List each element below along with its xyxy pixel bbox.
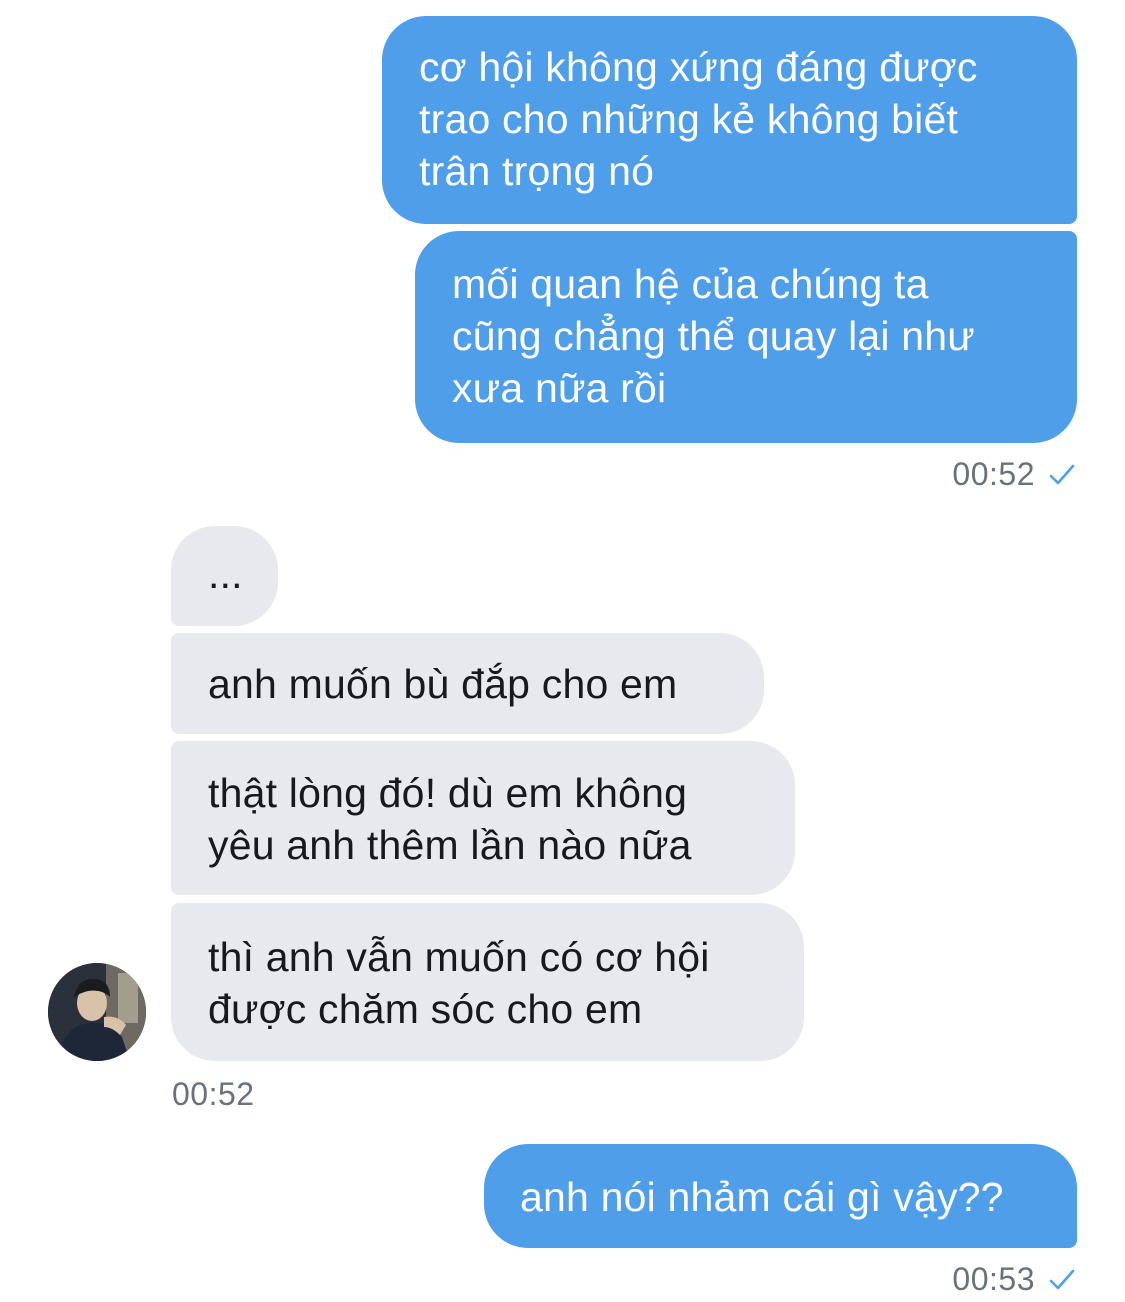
user-avatar[interactable] (48, 963, 146, 1061)
incoming-message[interactable]: anh muốn bù đắp cho em (171, 633, 764, 734)
outgoing-message[interactable]: cơ hội không xứng đáng được trao cho nhữ… (382, 16, 1077, 224)
outgoing-message[interactable]: anh nói nhảm cái gì vậy?? (484, 1144, 1077, 1248)
message-timestamp: 00:52 (952, 456, 1075, 493)
incoming-message[interactable]: thật lòng đó! dù em không yêu anh thêm l… (171, 741, 795, 895)
checkmark-icon (1049, 1269, 1075, 1290)
checkmark-icon (1049, 464, 1075, 485)
message-timestamp: 00:52 (172, 1076, 255, 1113)
outgoing-message[interactable]: mối quan hệ của chúng ta cũng chẳng thể … (415, 231, 1077, 443)
timestamp-text: 00:52 (952, 456, 1035, 492)
incoming-message[interactable]: ... (171, 526, 278, 626)
timestamp-text: 00:53 (952, 1261, 1035, 1297)
incoming-message[interactable]: thì anh vẫn muốn có cơ hội được chăm sóc… (171, 903, 804, 1061)
message-timestamp: 00:53 (952, 1261, 1075, 1298)
avatar-image (48, 963, 146, 1061)
timestamp-text: 00:52 (172, 1076, 255, 1112)
